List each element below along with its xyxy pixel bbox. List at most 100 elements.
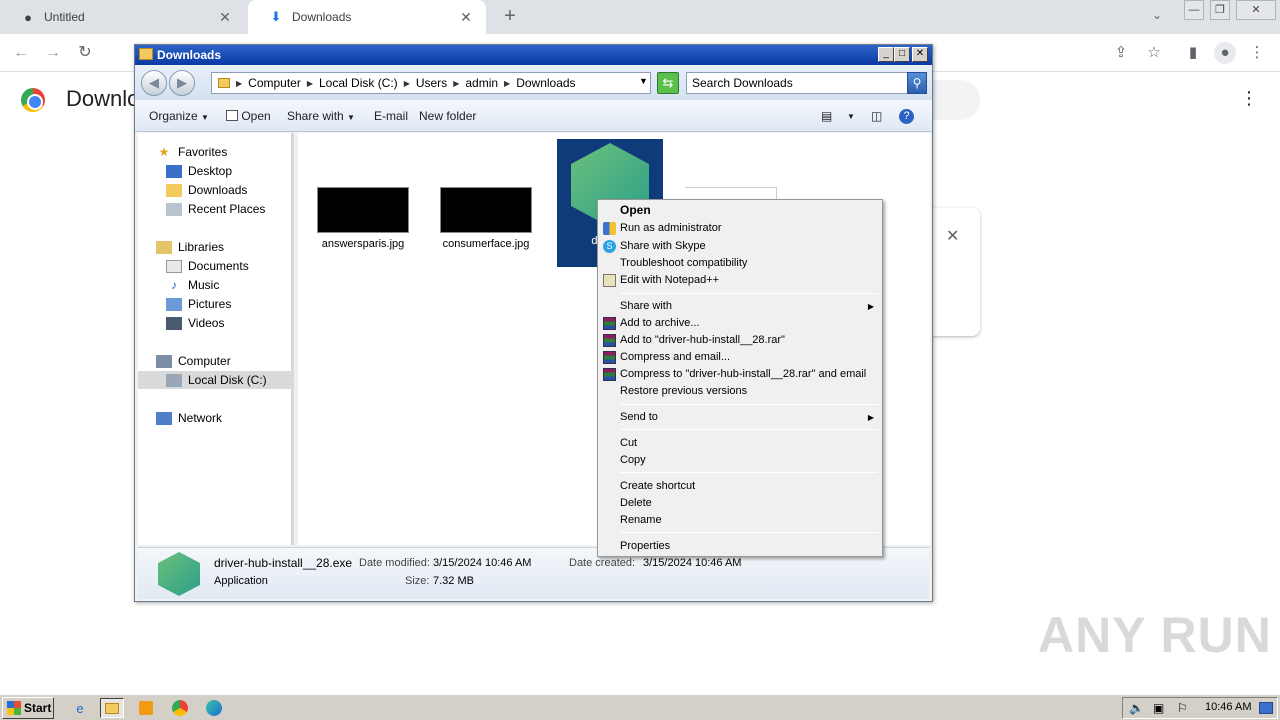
menu-item-send-to[interactable]: Send to ▶ [600,409,880,426]
help-icon[interactable]: ? [899,109,914,124]
nav-music[interactable]: ♪ Music [166,276,219,294]
menu-label: Send to [620,411,658,423]
file-thumbnail-consumerface[interactable] [440,187,532,233]
chevron-right-icon[interactable]: ▶ [504,79,510,88]
nav-network[interactable]: Network [156,409,222,427]
explorer-taskbar-icon[interactable] [100,698,124,718]
chevron-down-icon[interactable]: ▼ [639,76,648,86]
reload-icon[interactable]: ↻ [74,42,96,64]
more-menu-icon[interactable]: ⋮ [1240,88,1258,109]
chevron-right-icon[interactable]: ▶ [404,79,410,88]
menu-item-share-with[interactable]: Share with ▶ [600,298,880,315]
breadcrumb-local-disk[interactable]: Local Disk (C:) [319,76,398,90]
nav-libraries[interactable]: Libraries [156,238,224,256]
system-tray: 🔈 ▣ ⚐ [1122,697,1278,719]
chrome-taskbar-icon[interactable] [168,698,192,718]
search-input[interactable]: Search Downloads [686,72,908,94]
menu-item-troubleshoot[interactable]: Troubleshoot compatibility [600,255,880,272]
share-icon[interactable]: ⇪ [1110,42,1132,64]
network-tray-icon[interactable]: ▣ [1153,701,1164,715]
command-bar: Organize ▼ Open Share with ▼ E-mail New … [135,100,932,132]
show-desktop-icon[interactable] [1259,702,1273,714]
flag-icon[interactable]: ⚐ [1177,701,1188,715]
minimize-icon[interactable]: _ [878,47,894,62]
back-icon[interactable]: ◀ [141,70,167,96]
menu-item-add-archive[interactable]: Add to archive... [600,315,880,332]
chevron-down-icon[interactable]: ▼ [847,112,855,121]
volume-icon[interactable]: 🔈 [1129,701,1144,715]
open-button[interactable]: Open [226,109,271,123]
breadcrumb-users[interactable]: Users [416,76,447,90]
chevron-down-icon[interactable]: ⌄ [1152,8,1162,22]
menu-item-compress-email[interactable]: Compress and email... [600,349,880,366]
close-icon[interactable]: ✕ [217,9,233,26]
preview-pane-icon[interactable]: ◫ [871,109,882,123]
menu-item-open[interactable]: Open [600,202,880,219]
menu-item-compress-rar-email[interactable]: Compress to "driver-hub-install__28.rar"… [600,366,880,383]
close-icon[interactable]: ✕ [912,47,928,62]
start-label: Start [24,701,52,715]
shield-icon [603,222,616,235]
nav-videos[interactable]: Videos [166,314,224,332]
chevron-right-icon[interactable]: ▶ [236,79,242,88]
nav-favorites[interactable]: ★ Favorites [156,143,228,161]
menu-icon[interactable]: ⋮ [1246,42,1268,64]
chevron-right-icon[interactable]: ▶ [307,79,313,88]
tab-downloads[interactable]: ⬇ Downloads ✕ [248,0,486,34]
nav-documents[interactable]: Documents [166,257,249,275]
file-label[interactable]: consumerface.jpg [426,238,546,250]
menu-item-share-skype[interactable]: S Share with Skype [600,238,880,255]
close-icon[interactable]: ✕ [458,9,474,26]
star-icon: ★ [158,145,170,159]
ie-icon[interactable]: e [68,698,92,718]
nav-pictures[interactable]: Pictures [166,295,231,313]
side-panel-icon[interactable]: ▮ [1182,42,1204,64]
profile-icon[interactable]: ● [1214,42,1236,64]
back-icon[interactable]: ← [10,42,32,64]
breadcrumb-downloads[interactable]: Downloads [516,76,575,90]
media-player-icon[interactable] [134,698,158,718]
organize-button[interactable]: Organize ▼ [149,109,209,123]
minimize-icon[interactable]: — [1184,0,1204,20]
menu-item-rename[interactable]: Rename [600,512,880,529]
view-icon[interactable]: ▤ [821,109,832,123]
open-icon [226,110,238,121]
new-tab-button[interactable]: + [500,6,520,28]
menu-item-restore[interactable]: Restore previous versions [600,383,880,400]
forward-icon[interactable]: ▶ [169,70,195,96]
breadcrumb-admin[interactable]: admin [465,76,498,90]
nav-recent-places[interactable]: Recent Places [166,200,265,218]
menu-item-run-as-admin[interactable]: Run as administrator [600,220,880,237]
address-bar[interactable]: ▶ Computer ▶ Local Disk (C:) ▶ Users ▶ a… [211,72,651,94]
close-icon[interactable]: ✕ [946,226,959,246]
menu-item-cut[interactable]: Cut [600,435,880,452]
nav-computer[interactable]: Computer [156,352,231,370]
forward-icon[interactable]: → [42,42,64,64]
file-label[interactable]: answersparis.jpg [303,238,423,250]
maximize-icon[interactable]: □ [894,47,910,62]
refresh-icon[interactable]: ⇆ [657,72,679,94]
nav-local-disk[interactable]: Local Disk (C:) [138,371,294,389]
breadcrumb-computer[interactable]: Computer [248,76,301,90]
tab-untitled[interactable]: ● Untitled ✕ [0,0,245,34]
nav-downloads[interactable]: Downloads [166,181,247,199]
new-folder-button[interactable]: New folder [419,109,476,123]
menu-item-create-shortcut[interactable]: Create shortcut [600,478,880,495]
menu-item-add-rar[interactable]: Add to "driver-hub-install__28.rar" [600,332,880,349]
menu-item-delete[interactable]: Delete [600,495,880,512]
search-icon[interactable]: ⚲ [907,72,927,94]
window-titlebar[interactable]: Downloads [135,45,932,65]
menu-item-properties[interactable]: Properties [600,538,880,555]
file-thumbnail-answersparis[interactable] [317,187,409,233]
start-button[interactable]: Start [2,697,54,719]
chevron-right-icon[interactable]: ▶ [453,79,459,88]
restore-icon[interactable]: ❐ [1210,0,1230,20]
menu-item-edit-notepad[interactable]: Edit with Notepad++ [600,272,880,289]
nav-desktop[interactable]: Desktop [166,162,232,180]
close-window-icon[interactable]: ✕ [1236,0,1276,20]
edge-taskbar-icon[interactable] [202,698,226,718]
email-button[interactable]: E-mail [374,109,408,123]
share-with-button[interactable]: Share with ▼ [287,109,355,123]
menu-item-copy[interactable]: Copy [600,452,880,469]
star-icon[interactable]: ☆ [1143,42,1165,64]
